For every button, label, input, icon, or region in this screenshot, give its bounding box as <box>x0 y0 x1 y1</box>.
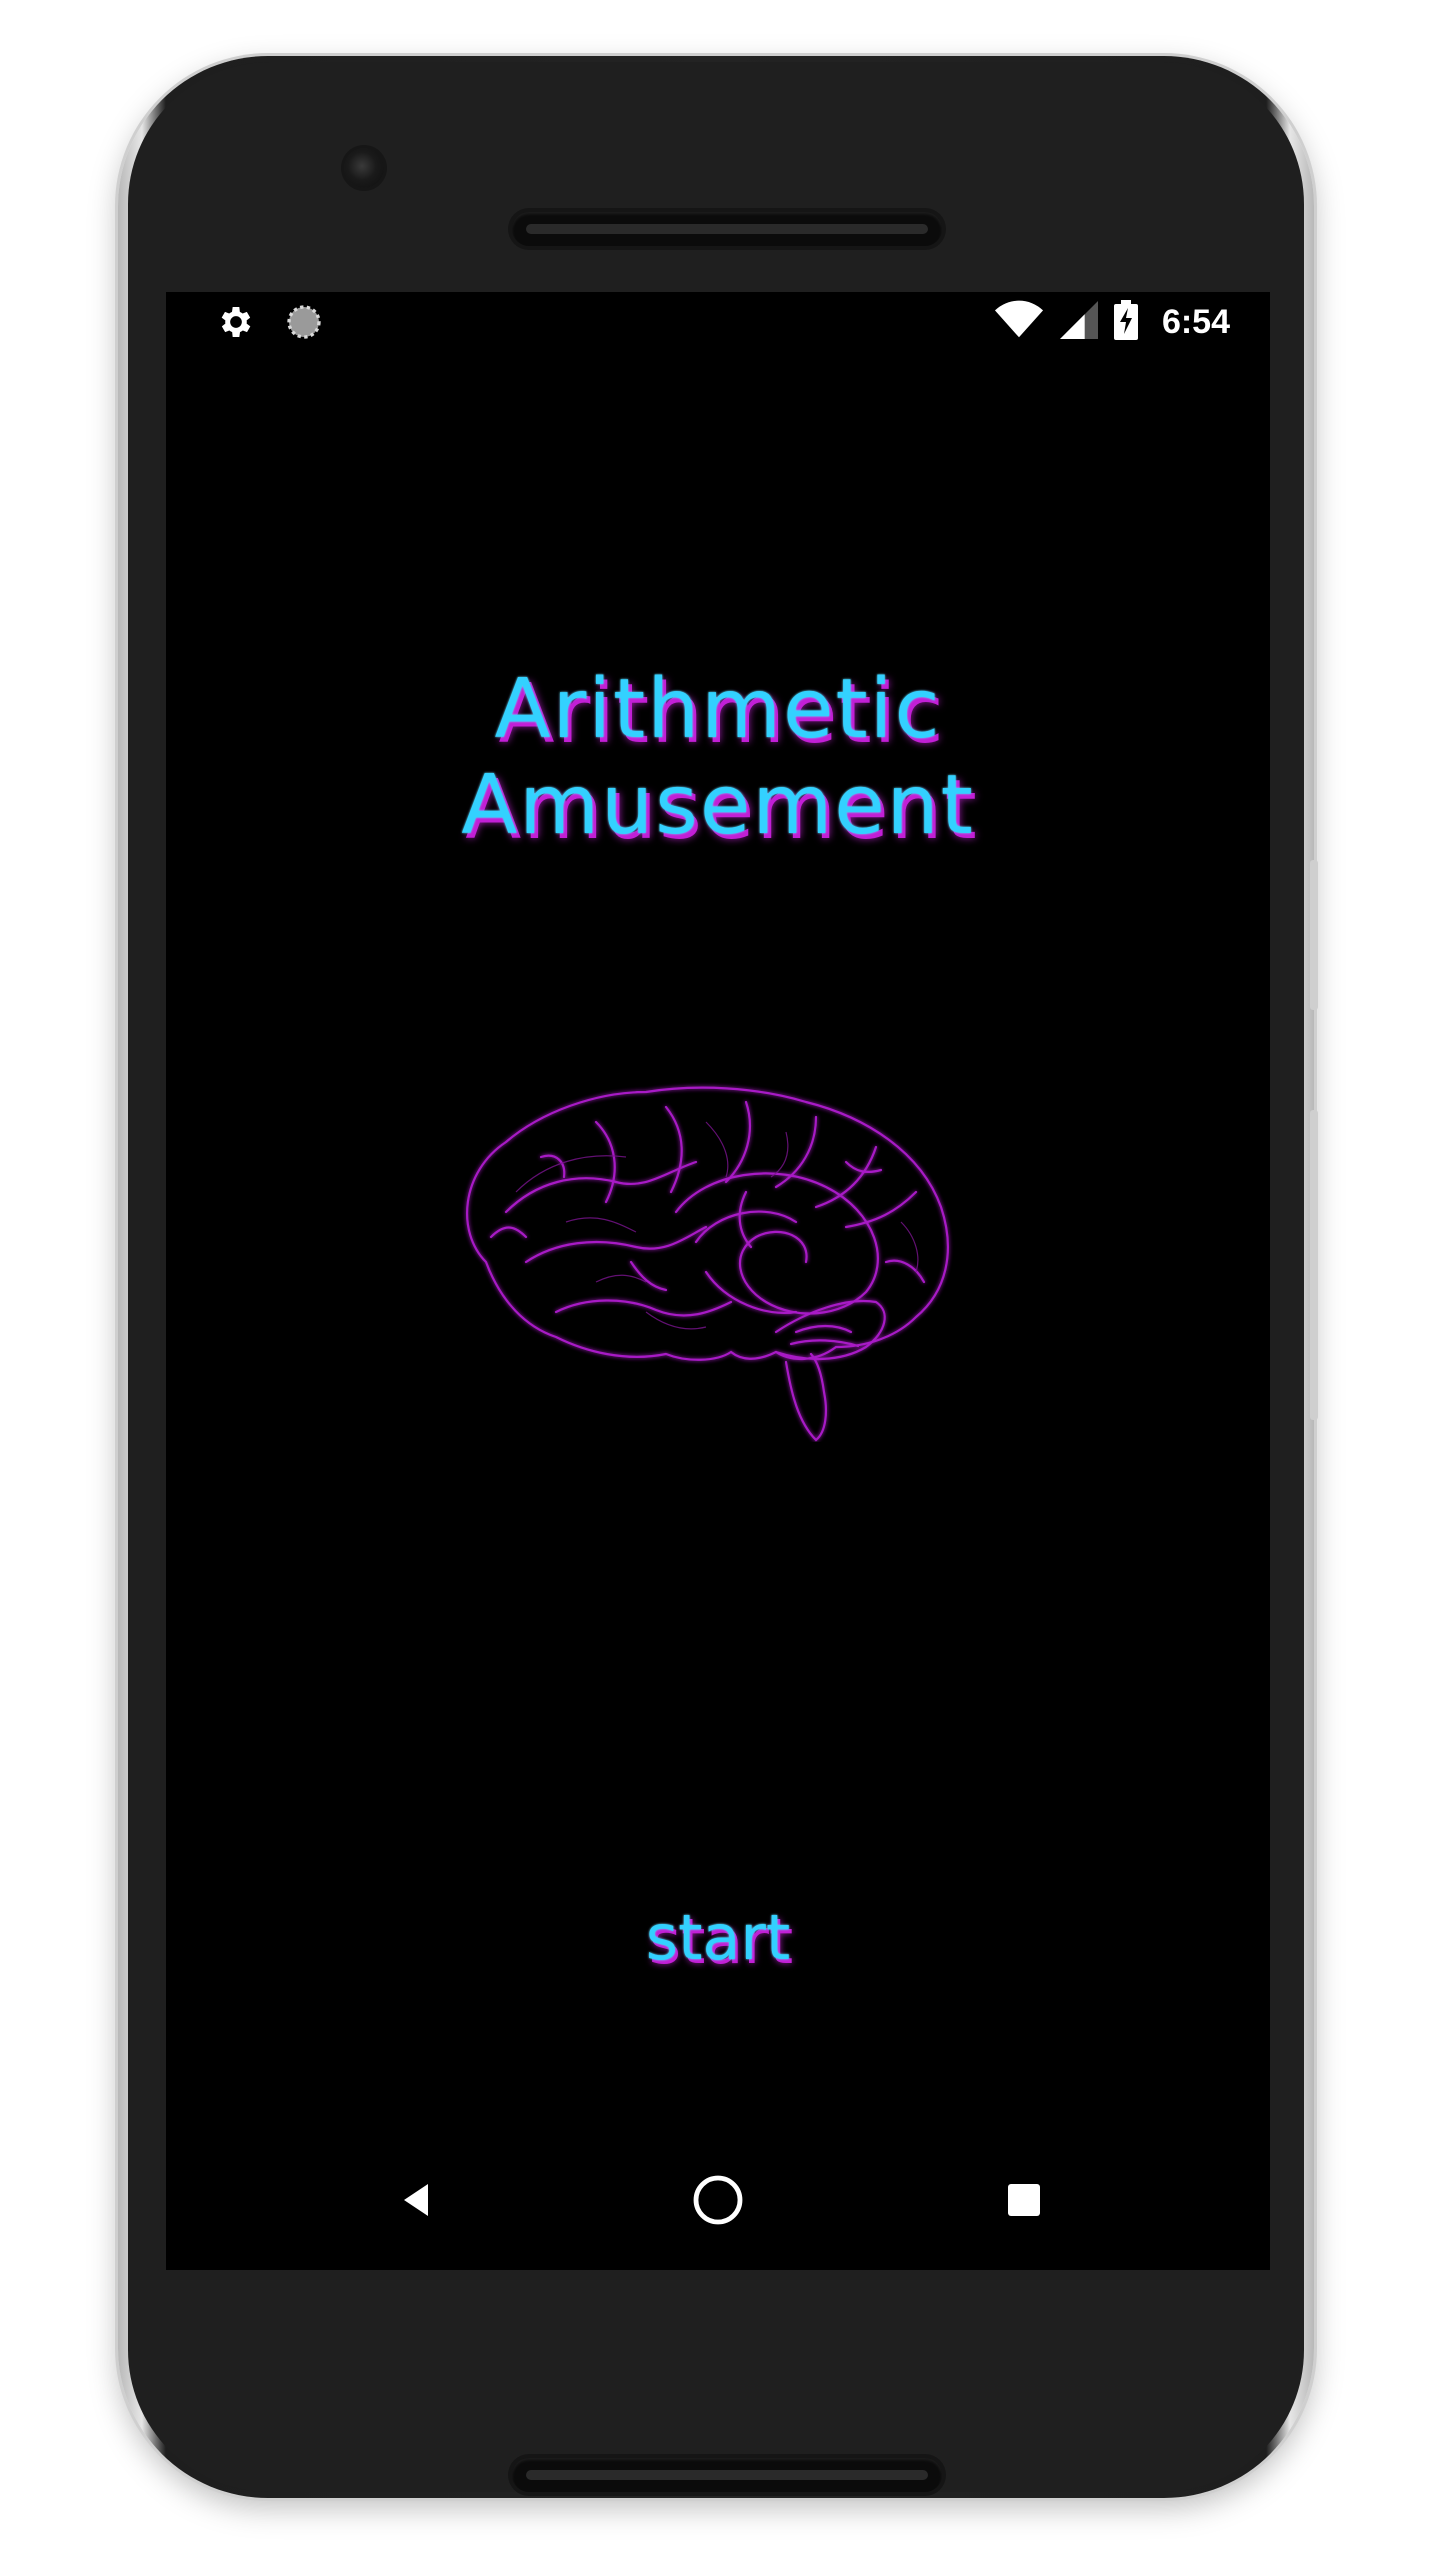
gear-icon <box>216 302 256 346</box>
clock: 6:54 <box>1161 302 1230 341</box>
title-line-2: Amusement <box>461 758 975 853</box>
status-bar: 6:54 <box>166 292 1270 354</box>
recents-icon[interactable] <box>988 2164 1060 2236</box>
navigation-bar <box>166 2130 1270 2270</box>
volume-button <box>1310 860 1318 1010</box>
app-title: Arithmetic Amusement <box>166 662 1270 854</box>
home-icon[interactable] <box>682 2164 754 2236</box>
start-button[interactable]: start <box>618 1892 818 1982</box>
screen: 6:54 Arithmetic Amusement start <box>166 292 1270 2270</box>
back-icon[interactable] <box>380 2164 452 2236</box>
bottom-speaker <box>512 2458 942 2492</box>
front-camera <box>344 148 384 188</box>
signal-icon <box>1059 301 1098 343</box>
top-speaker <box>512 212 942 246</box>
wifi-icon <box>994 300 1044 344</box>
sync-icon <box>284 302 324 346</box>
title-line-1: Arithmetic <box>494 662 942 757</box>
brain-icon <box>466 1086 949 1442</box>
power-button <box>1310 1110 1318 1420</box>
battery-charging-icon <box>1113 300 1138 344</box>
